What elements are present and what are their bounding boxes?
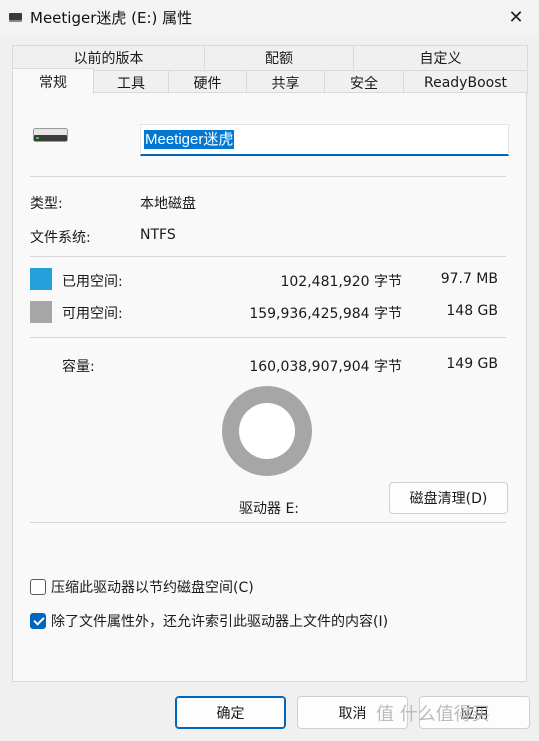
index-label: 除了文件属性外，还允许索引此驱动器上文件的内容(I): [51, 614, 389, 630]
tab-label: ReadyBoost: [424, 74, 507, 91]
divider: [30, 337, 506, 338]
divider: [30, 176, 506, 177]
filesystem-label: 文件系统:: [30, 230, 91, 246]
used-space-bytes: 102,481,920 字节: [280, 274, 402, 290]
watermark: 值 什么值得买: [376, 704, 490, 725]
tab-tools[interactable]: 工具: [93, 70, 169, 94]
tab-previous-versions[interactable]: 以前的版本: [12, 45, 205, 69]
divider: [30, 522, 506, 523]
capacity-label: 容量:: [62, 359, 95, 375]
filesystem-value: NTFS: [140, 227, 176, 243]
tab-label: 工具: [117, 75, 145, 92]
used-space-label: 已用空间:: [62, 274, 123, 290]
divider: [30, 256, 506, 257]
drive-letter-label: 驱动器 E:: [239, 501, 300, 517]
compress-checkbox[interactable]: [30, 579, 46, 595]
drive-name-input[interactable]: Meetiger迷虎: [140, 124, 509, 156]
tab-customize[interactable]: 自定义: [353, 45, 528, 69]
close-icon: ✕: [508, 6, 524, 28]
ok-label: 确定: [216, 705, 245, 722]
tab-readyboost[interactable]: ReadyBoost: [403, 70, 528, 94]
drive-name-text: Meetiger迷虎: [144, 130, 235, 149]
free-space-size: 148 GB: [446, 303, 498, 319]
capacity-size: 149 GB: [446, 356, 498, 372]
type-label: 类型:: [30, 196, 63, 212]
type-value: 本地磁盘: [140, 196, 196, 212]
tab-label: 以前的版本: [73, 50, 144, 67]
drive-icon: [9, 13, 22, 22]
disk-cleanup-label: 磁盘清理(D): [409, 491, 488, 507]
cancel-label: 取消: [338, 705, 367, 722]
tab-label: 安全: [350, 75, 378, 92]
tab-general[interactable]: 常规: [12, 68, 94, 94]
hard-drive-icon: [33, 128, 68, 142]
ok-button[interactable]: 确定: [175, 696, 286, 729]
tab-label: 共享: [271, 75, 300, 92]
used-space-size: 97.7 MB: [440, 271, 498, 287]
tab-label: 常规: [39, 74, 67, 91]
disk-cleanup-button[interactable]: 磁盘清理(D): [389, 482, 508, 514]
compress-label: 压缩此驱动器以节约磁盘空间(C): [51, 580, 254, 596]
usage-donut-chart: [222, 386, 312, 476]
free-space-swatch: [30, 301, 52, 323]
free-space-label: 可用空间:: [62, 306, 123, 322]
tab-sharing[interactable]: 共享: [246, 70, 325, 94]
tab-label: 自定义: [419, 50, 462, 67]
capacity-bytes: 160,038,907,904 字节: [249, 359, 402, 375]
tab-quota[interactable]: 配额: [204, 45, 354, 69]
tab-label: 硬件: [193, 75, 222, 92]
used-space-swatch: [30, 268, 52, 290]
title-bar: Meetiger迷虎 (E:) 属性 ✕: [0, 0, 539, 34]
tab-label: 配额: [265, 50, 293, 67]
tab-hardware[interactable]: 硬件: [168, 70, 247, 94]
window-title: Meetiger迷虎 (E:) 属性: [30, 9, 193, 27]
index-checkbox[interactable]: [30, 613, 46, 629]
free-space-bytes: 159,936,425,984 字节: [249, 306, 402, 322]
tab-security[interactable]: 安全: [324, 70, 404, 94]
close-button[interactable]: ✕: [493, 0, 539, 34]
